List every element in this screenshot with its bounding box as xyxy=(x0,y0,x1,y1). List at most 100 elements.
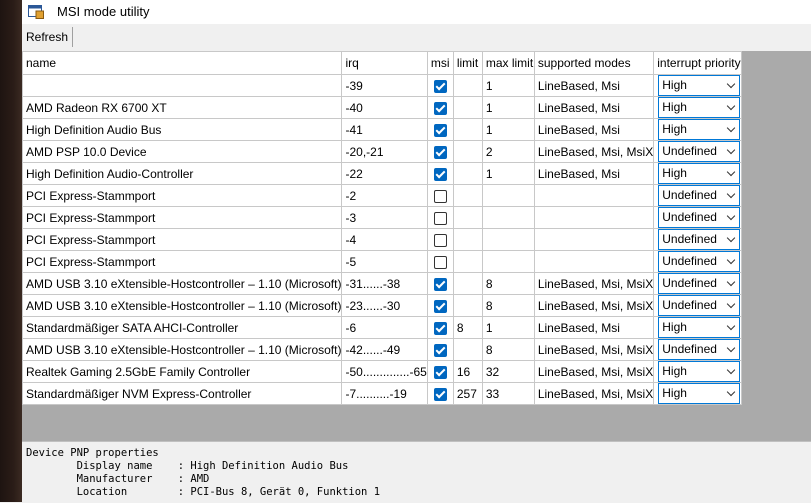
msi-cell[interactable] xyxy=(426,360,454,383)
max-limit-cell[interactable] xyxy=(481,228,535,251)
priority-dropdown[interactable]: Undefined xyxy=(658,229,740,250)
priority-cell[interactable]: Undefined xyxy=(653,338,742,361)
chevron-down-icon[interactable] xyxy=(726,274,736,293)
priority-cell[interactable]: Undefined xyxy=(653,272,742,295)
priority-dropdown[interactable]: Undefined xyxy=(658,141,740,162)
supported-modes-cell[interactable]: LineBased, Msi xyxy=(533,316,655,339)
irq-cell[interactable]: -2 xyxy=(341,184,428,207)
table-row[interactable]: High Definition Audio-Controller -22 1 Line… xyxy=(21,162,742,185)
limit-cell[interactable] xyxy=(452,162,483,185)
table-row[interactable]: Realtek Gaming 2.5GbE Family Controller -… xyxy=(21,360,742,383)
name-cell[interactable]: AMD Radeon RX 6700 XT xyxy=(21,96,343,119)
supported-modes-cell[interactable] xyxy=(533,250,655,273)
limit-cell[interactable] xyxy=(452,338,483,361)
msi-checkbox[interactable] xyxy=(433,167,447,181)
supported-modes-cell[interactable]: LineBased, Msi xyxy=(533,162,655,185)
priority-cell[interactable]: High xyxy=(653,316,742,339)
chevron-down-icon[interactable] xyxy=(726,362,736,381)
column-header-name[interactable]: name xyxy=(21,51,343,75)
priority-dropdown[interactable]: High xyxy=(658,317,740,338)
chevron-down-icon[interactable] xyxy=(726,340,736,359)
chevron-down-icon[interactable] xyxy=(726,208,736,227)
msi-cell[interactable] xyxy=(426,184,454,207)
msi-checkbox[interactable] xyxy=(433,211,447,225)
msi-checkbox[interactable] xyxy=(433,343,447,357)
irq-cell[interactable]: -41 xyxy=(341,118,428,141)
supported-modes-cell[interactable] xyxy=(533,228,655,251)
chevron-down-icon[interactable] xyxy=(726,142,736,161)
name-cell[interactable]: Standardmäßiger SATA AHCI-Controller xyxy=(21,316,343,339)
table-row[interactable]: PCI Express-Stammport -4 Undefined xyxy=(21,228,742,251)
name-cell[interactable]: AMD PSP 10.0 Device xyxy=(21,140,343,163)
msi-checkbox[interactable] xyxy=(433,255,447,269)
supported-modes-cell[interactable]: LineBased, Msi, MsiX xyxy=(533,338,655,361)
msi-cell[interactable] xyxy=(426,162,454,185)
priority-cell[interactable]: High xyxy=(653,162,742,185)
table-row[interactable]: Standardmäßiger NVM Express-Controller -7… xyxy=(21,382,742,405)
msi-cell[interactable] xyxy=(426,96,454,119)
chevron-down-icon[interactable] xyxy=(726,384,736,403)
name-cell[interactable]: Standardmäßiger NVM Express-Controller xyxy=(21,382,343,405)
name-cell[interactable]: PCI Express-Stammport xyxy=(21,228,343,251)
irq-cell[interactable]: -6 xyxy=(341,316,428,339)
msi-checkbox[interactable] xyxy=(433,365,447,379)
irq-cell[interactable]: -20,-21 xyxy=(341,140,428,163)
priority-dropdown[interactable]: High xyxy=(658,163,740,184)
name-cell[interactable]: High Definition Audio Bus xyxy=(21,74,343,97)
chevron-down-icon[interactable] xyxy=(726,296,736,315)
column-header-limit[interactable]: limit xyxy=(452,51,483,75)
msi-cell[interactable] xyxy=(426,140,454,163)
name-cell[interactable]: AMD USB 3.10 eXtensible-Hostcontroller –… xyxy=(21,272,343,295)
limit-cell[interactable] xyxy=(452,250,483,273)
priority-dropdown[interactable]: High xyxy=(658,97,740,118)
table-row[interactable]: AMD Radeon RX 6700 XT -40 1 LineBased, Msi H… xyxy=(21,96,742,119)
name-cell[interactable]: PCI Express-Stammport xyxy=(21,184,343,207)
column-header-msi[interactable]: msi xyxy=(426,51,454,75)
max-limit-cell[interactable]: 8 xyxy=(481,272,535,295)
limit-cell[interactable] xyxy=(452,96,483,119)
max-limit-cell[interactable] xyxy=(481,206,535,229)
priority-cell[interactable]: High xyxy=(653,382,742,405)
limit-cell[interactable] xyxy=(452,272,483,295)
msi-cell[interactable] xyxy=(426,382,454,405)
max-limit-cell[interactable]: 32 xyxy=(481,360,535,383)
supported-modes-cell[interactable]: LineBased, Msi, MsiX xyxy=(533,272,655,295)
chevron-down-icon[interactable] xyxy=(726,76,736,95)
name-cell[interactable]: AMD USB 3.10 eXtensible-Hostcontroller –… xyxy=(21,294,343,317)
priority-cell[interactable]: High xyxy=(653,118,742,141)
supported-modes-cell[interactable] xyxy=(533,206,655,229)
msi-checkbox[interactable] xyxy=(433,233,447,247)
table-row[interactable]: PCI Express-Stammport -3 Undefined xyxy=(21,206,742,229)
supported-modes-cell[interactable] xyxy=(533,184,655,207)
msi-checkbox[interactable] xyxy=(433,189,447,203)
limit-cell[interactable]: 257 xyxy=(452,382,483,405)
supported-modes-cell[interactable]: LineBased, Msi, MsiX xyxy=(533,294,655,317)
irq-cell[interactable]: -31......-38 xyxy=(341,272,428,295)
msi-cell[interactable] xyxy=(426,118,454,141)
table-row[interactable]: PCI Express-Stammport -5 Undefined xyxy=(21,250,742,273)
priority-dropdown[interactable]: Undefined xyxy=(658,251,740,272)
table-row[interactable]: Standardmäßiger SATA AHCI-Controller -6 8 1… xyxy=(21,316,742,339)
column-header-supported-modes[interactable]: supported modes xyxy=(533,51,655,75)
chevron-down-icon[interactable] xyxy=(726,186,736,205)
limit-cell[interactable] xyxy=(452,184,483,207)
irq-cell[interactable]: -23......-30 xyxy=(341,294,428,317)
max-limit-cell[interactable]: 1 xyxy=(481,162,535,185)
priority-cell[interactable]: High xyxy=(653,96,742,119)
refresh-button[interactable]: Refresh xyxy=(22,27,74,47)
column-header-interrupt-priority[interactable]: interrupt priority xyxy=(653,51,742,75)
priority-dropdown[interactable]: High xyxy=(658,75,740,96)
name-cell[interactable]: AMD USB 3.10 eXtensible-Hostcontroller –… xyxy=(21,338,343,361)
max-limit-cell[interactable]: 1 xyxy=(481,96,535,119)
priority-cell[interactable]: Undefined xyxy=(653,228,742,251)
msi-cell[interactable] xyxy=(426,294,454,317)
table-row[interactable]: AMD USB 3.10 eXtensible-Hostcontroller –… xyxy=(21,338,742,361)
limit-cell[interactable] xyxy=(452,74,483,97)
limit-cell[interactable] xyxy=(452,228,483,251)
irq-cell[interactable]: -39 xyxy=(341,74,428,97)
priority-dropdown[interactable]: Undefined xyxy=(658,207,740,228)
priority-dropdown[interactable]: High xyxy=(658,383,740,404)
irq-cell[interactable]: -7..........-19 xyxy=(341,382,428,405)
msi-cell[interactable] xyxy=(426,338,454,361)
table-row[interactable]: High Definition Audio Bus -39 1 LineBased, … xyxy=(21,74,742,97)
